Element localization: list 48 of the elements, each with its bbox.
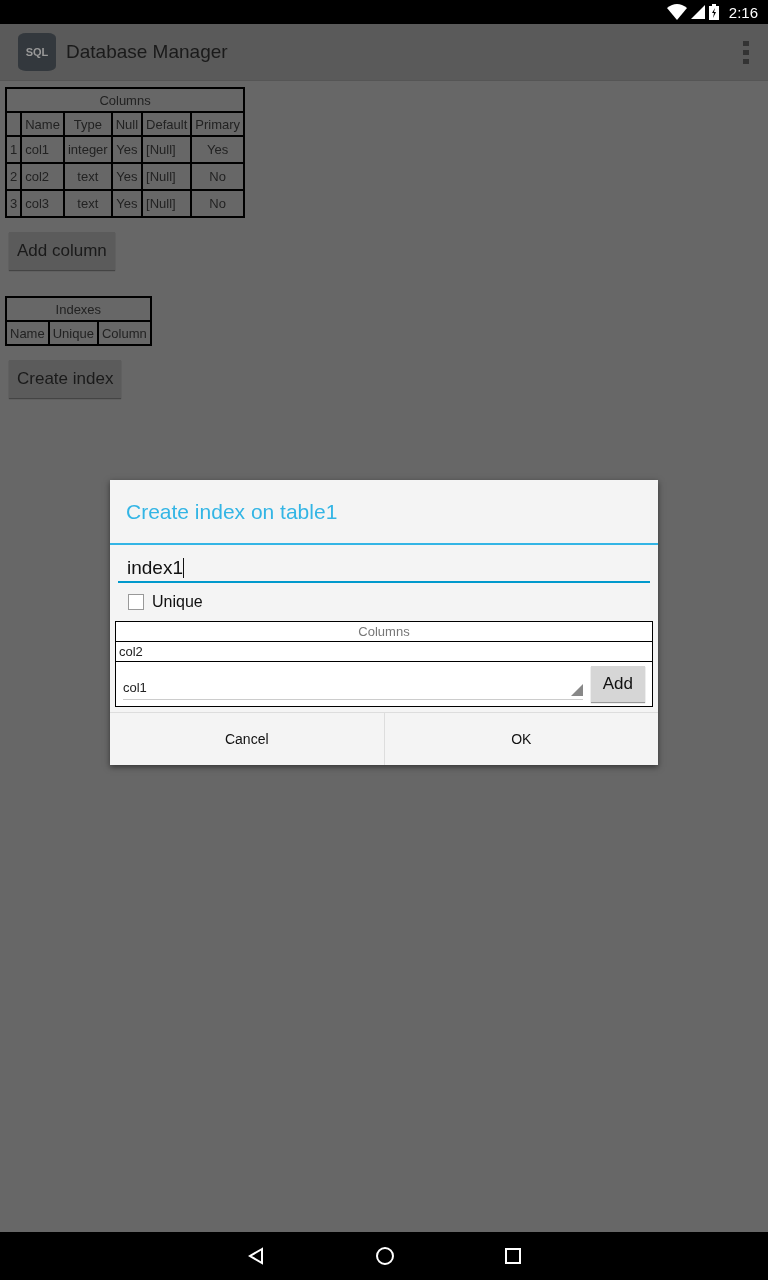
- table-cell: 3: [6, 190, 22, 217]
- clock-time: 2:16: [728, 3, 758, 21]
- checkbox-label: Unique: [152, 593, 203, 611]
- column-header: Unique: [48, 321, 98, 345]
- dialog-title: Create index on table1: [110, 480, 658, 545]
- dialog-button[interactable]: Cancel: [110, 713, 384, 765]
- table-title: Columns: [6, 88, 245, 112]
- table-title: Indexes: [6, 297, 151, 321]
- table-cell: Yes: [191, 136, 245, 163]
- table-cell: [Null]: [142, 163, 192, 190]
- wifi-icon: [666, 4, 687, 20]
- table-cell: col3: [21, 190, 64, 217]
- column-header: Null: [111, 112, 143, 136]
- column-item: col2: [116, 642, 652, 662]
- recents-icon[interactable]: [505, 1248, 521, 1264]
- table-cell: text: [63, 190, 112, 217]
- table-cell: col2: [21, 163, 64, 190]
- table-cell: Yes: [111, 136, 143, 163]
- column-header: Primary: [191, 112, 245, 136]
- table-cell: col1: [21, 136, 64, 163]
- table-cell: [Null]: [142, 190, 192, 217]
- column-dropdown[interactable]: col1: [123, 668, 583, 700]
- table-cell: Yes: [111, 163, 143, 190]
- home-icon[interactable]: [375, 1246, 395, 1266]
- column-header: Name: [6, 321, 49, 345]
- panel-title: Columns: [116, 622, 652, 642]
- battery-icon: [708, 4, 719, 20]
- app-title: Database Manager: [66, 41, 229, 63]
- add-button[interactable]: Add: [590, 666, 645, 702]
- column-header: Column: [97, 321, 151, 345]
- index-name-field[interactable]: index1: [118, 553, 650, 583]
- database-logo-icon: SQL: [18, 33, 56, 71]
- table-cell: integer: [63, 136, 112, 163]
- table-cell: 1: [6, 136, 22, 163]
- column-header: Default: [142, 112, 192, 136]
- back-icon[interactable]: [247, 1247, 265, 1265]
- dropdown-arrow-icon: [570, 684, 583, 696]
- table-cell: text: [63, 163, 112, 190]
- table-cell: 2: [6, 163, 22, 190]
- table-cell: No: [191, 190, 245, 217]
- column-header: Type: [63, 112, 112, 136]
- unique-checkbox[interactable]: [128, 594, 144, 610]
- column-header: Name: [21, 112, 64, 136]
- dialog-button[interactable]: OK: [383, 713, 658, 765]
- table-cell: No: [191, 163, 245, 190]
- table-cell: [Null]: [142, 136, 192, 163]
- signal-icon: [690, 5, 705, 19]
- table-cell: Yes: [111, 190, 143, 217]
